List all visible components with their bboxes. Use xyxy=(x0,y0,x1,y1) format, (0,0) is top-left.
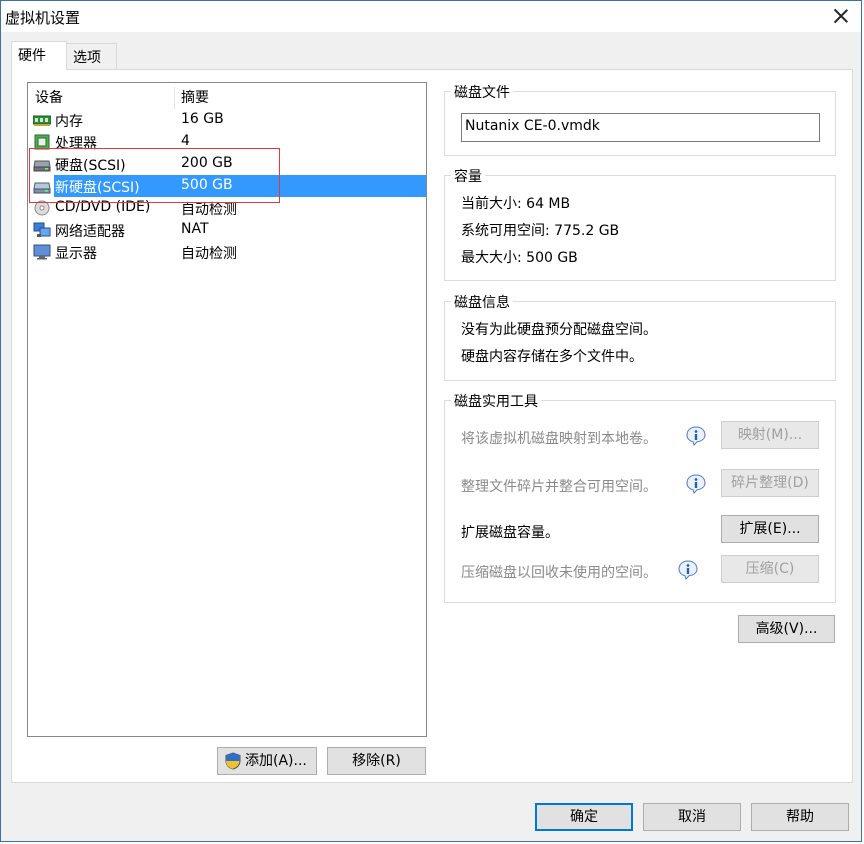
disk-file-group: 磁盘文件 Nutanix CE-0.vmdk xyxy=(444,82,836,156)
network-adapter-icon xyxy=(33,222,51,237)
device-row-cd-dvd[interactable]: CD/DVD (IDE) 自动检测 xyxy=(28,197,426,219)
title-bar[interactable]: 虚拟机设置 xyxy=(1,1,861,32)
uac-shield-icon xyxy=(225,752,241,770)
device-name: 内存 xyxy=(55,114,83,130)
device-row-new-hard-disk[interactable]: 新硬盘(SCSI) 500 GB xyxy=(28,175,426,197)
disk-utilities-group: 磁盘实用工具 将该虚拟机磁盘映射到本地卷。 映射(M)... 整理文件碎片并整合… xyxy=(444,391,836,603)
compact-button[interactable]: 压缩(C) xyxy=(721,555,819,583)
processor-icon xyxy=(34,134,50,150)
preallocation-info-text: 没有为此硬盘预分配磁盘空间。 xyxy=(461,322,657,338)
ok-button[interactable]: 确定 xyxy=(535,803,633,831)
device-row-memory[interactable]: 内存 16 GB xyxy=(28,109,426,131)
monitor-icon xyxy=(33,244,51,260)
window-title: 虚拟机设置 xyxy=(5,9,81,27)
hard-disk-icon xyxy=(33,182,51,194)
device-name: CD/DVD (IDE) xyxy=(55,199,151,215)
expand-description: 扩展磁盘容量。 xyxy=(461,525,559,541)
device-name: 硬盘(SCSI) xyxy=(55,158,126,174)
device-summary: 自动检测 xyxy=(181,202,237,218)
system-free-space-text: 系统可用空间: 775.2 GB xyxy=(461,223,620,239)
device-row-monitor[interactable]: 显示器 自动检测 xyxy=(28,241,426,263)
help-button[interactable]: 帮助 xyxy=(751,803,849,831)
device-row-processor[interactable]: 处理器 4 xyxy=(28,131,426,153)
device-summary: 500 GB xyxy=(181,177,233,193)
close-icon[interactable] xyxy=(831,6,851,26)
defrag-description: 整理文件碎片并整合可用空间。 xyxy=(461,479,657,495)
disk-info-group: 磁盘信息 没有为此硬盘预分配磁盘空间。 硬盘内容存储在多个文件中。 xyxy=(444,292,836,381)
advanced-button[interactable]: 高级(V)... xyxy=(738,615,835,643)
device-list[interactable]: 设备 摘要 内存 16 GB 处理器 4 硬盘(SCSI) 200 GB 新硬盘… xyxy=(27,82,427,737)
defragment-button[interactable]: 碎片整理(D) xyxy=(721,469,819,497)
disk-info-title: 磁盘信息 xyxy=(451,292,513,312)
hardware-panel: 设备 摘要 内存 16 GB 处理器 4 硬盘(SCSI) 200 GB 新硬盘… xyxy=(11,69,853,783)
device-summary: 16 GB xyxy=(181,111,224,127)
max-size-text: 最大大小: 500 GB xyxy=(461,250,578,266)
device-summary: 200 GB xyxy=(181,155,233,171)
summary-column-header[interactable]: 摘要 xyxy=(181,87,209,107)
info-icon xyxy=(678,560,698,580)
add-device-button[interactable]: 添加(A)... xyxy=(217,747,317,775)
storage-info-text: 硬盘内容存储在多个文件中。 xyxy=(461,349,643,365)
device-name: 处理器 xyxy=(55,136,97,152)
compact-description: 压缩磁盘以回收未使用的空间。 xyxy=(461,565,657,581)
hard-disk-icon xyxy=(33,160,51,172)
device-name: 新硬盘(SCSI) xyxy=(55,180,140,196)
device-summary: 自动检测 xyxy=(181,246,237,262)
device-list-header: 设备 摘要 xyxy=(28,87,426,109)
add-button-label: 添加(A)... xyxy=(245,753,307,769)
cancel-button[interactable]: 取消 xyxy=(643,803,741,831)
disk-file-field[interactable]: Nutanix CE-0.vmdk xyxy=(461,113,820,142)
info-icon xyxy=(686,426,706,446)
tab-hardware[interactable]: 硬件 xyxy=(11,41,67,70)
expand-button[interactable]: 扩展(E)... xyxy=(721,515,819,543)
tab-options[interactable]: 选项 xyxy=(66,43,117,69)
device-summary: 4 xyxy=(181,133,190,149)
device-summary: NAT xyxy=(181,221,209,237)
capacity-group: 容量 当前大小: 64 MB 系统可用空间: 775.2 GB 最大大小: 50… xyxy=(444,166,836,281)
device-column-header[interactable]: 设备 xyxy=(35,87,63,107)
vm-settings-window: 虚拟机设置 硬件 选项 设备 摘要 内存 16 GB 处理器 4 硬盘(SCSI… xyxy=(0,0,862,842)
remove-device-button[interactable]: 移除(R) xyxy=(327,747,426,775)
current-size-text: 当前大小: 64 MB xyxy=(461,196,571,212)
cd-dvd-icon xyxy=(34,200,50,216)
device-row-network-adapter[interactable]: 网络适配器 NAT xyxy=(28,219,426,241)
map-description: 将该虚拟机磁盘映射到本地卷。 xyxy=(461,431,657,447)
device-name: 网络适配器 xyxy=(55,224,125,240)
info-icon xyxy=(686,474,706,494)
device-name: 显示器 xyxy=(55,246,97,262)
map-button[interactable]: 映射(M)... xyxy=(721,421,819,449)
device-row-hard-disk[interactable]: 硬盘(SCSI) 200 GB xyxy=(28,153,426,175)
disk-file-title: 磁盘文件 xyxy=(451,82,513,102)
capacity-title: 容量 xyxy=(451,166,485,186)
memory-icon xyxy=(33,115,51,126)
disk-utilities-title: 磁盘实用工具 xyxy=(451,391,541,411)
